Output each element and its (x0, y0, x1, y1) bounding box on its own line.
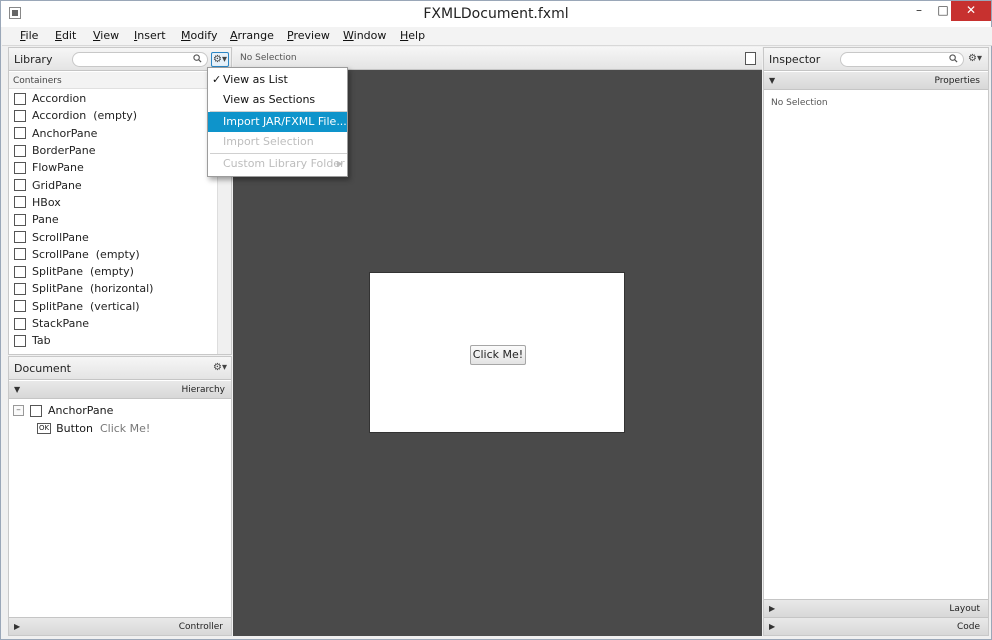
title-bar: FXMLDocument.fxml – □ ✕ (1, 1, 991, 27)
menu-insert[interactable]: Insert (134, 29, 166, 42)
layout-bar[interactable]: ▶ Layout (764, 599, 988, 617)
button-ok-icon: OK (37, 423, 52, 434)
close-button[interactable]: ✕ (951, 1, 991, 21)
library-options-menu: ✓ View as List View as Sections Import J… (207, 67, 348, 177)
library-item-flowpane[interactable]: FlowPane (9, 159, 217, 176)
library-title: Library (14, 53, 53, 66)
layout-label: Layout (949, 604, 980, 614)
split-pane-icon (14, 265, 26, 278)
hbox-icon (14, 196, 26, 209)
expand-arrow-icon: ▶ (769, 622, 776, 631)
inspector-search-input[interactable] (840, 52, 964, 67)
library-item-anchorpane[interactable]: AnchorPane (9, 125, 217, 142)
collapse-toggle-icon[interactable]: – (13, 405, 24, 416)
code-label: Code (956, 622, 980, 632)
gear-icon: ⚙▾ (968, 53, 982, 64)
menu-bar: File Edit View Insert Modify Arrange Pre… (2, 27, 992, 46)
properties-bar[interactable]: ▼ Properties (764, 72, 988, 90)
tree-item-anchorpane[interactable]: – AnchorPane (13, 402, 113, 419)
accordion-icon (14, 109, 26, 122)
document-panel: Document ⚙▾ ▼ Hierarchy – AnchorPane OK … (8, 356, 232, 636)
gear-icon: ⚙▾ (213, 362, 227, 373)
window-title: FXMLDocument.fxml (423, 6, 569, 22)
library-item-accordion[interactable]: Accordion (9, 90, 217, 107)
library-item-scrollpane-empty[interactable]: ScrollPane (empty) (9, 246, 217, 263)
menu-item-import-selection[interactable]: Import Selection (208, 132, 347, 152)
inspector-title: Inspector (769, 53, 821, 66)
library-item-hbox[interactable]: HBox (9, 194, 217, 211)
border-pane-icon (14, 144, 26, 157)
code-bar[interactable]: ▶ Code (764, 617, 988, 635)
inspector-gear-menu-button[interactable]: ⚙▾ (966, 52, 984, 67)
inspector-header: Inspector ⚙▾ (764, 48, 988, 71)
properties-label: Properties (934, 76, 980, 86)
grid-pane-icon (14, 179, 26, 192)
menu-item-custom-library-folder[interactable]: Custom Library Folder ▶ (208, 154, 347, 174)
anchor-icon (14, 127, 26, 140)
library-list: Accordion Accordion (empty) AnchorPane B… (9, 90, 217, 354)
inspector-panel: Inspector ⚙▾ ▼ Properties No Selection ▶… (763, 47, 989, 636)
gear-icon: ⚙▾ (213, 54, 227, 65)
scroll-pane-icon (14, 248, 26, 261)
library-item-pane[interactable]: Pane (9, 211, 217, 228)
menu-window[interactable]: Window (343, 29, 386, 42)
app-window: FXMLDocument.fxml – □ ✕ File Edit View I… (0, 0, 992, 640)
split-pane-icon (14, 282, 26, 295)
document-title: Document (14, 362, 71, 375)
menu-file[interactable]: File (20, 29, 38, 42)
menu-preview[interactable]: Preview (287, 29, 330, 42)
library-item-borderpane[interactable]: BorderPane (9, 142, 217, 159)
tree-item-button[interactable]: OK Button Click Me! (37, 420, 150, 437)
submenu-arrow-icon: ▶ (336, 159, 343, 168)
tab-icon (14, 334, 26, 347)
menu-edit[interactable]: Edit (55, 29, 76, 42)
accordion-icon (14, 92, 26, 105)
library-header: Library ⚙▾ (9, 48, 231, 71)
click-me-button[interactable]: Click Me! (470, 345, 526, 365)
library-item-tab[interactable]: Tab (9, 332, 217, 349)
expand-arrow-icon: ▶ (14, 622, 21, 631)
checkmark-icon: ✓ (212, 73, 222, 86)
flow-pane-icon (14, 161, 26, 174)
menu-item-view-as-sections[interactable]: View as Sections (208, 90, 347, 110)
library-panel: Library ⚙▾ Containers Accordion Accordio… (8, 47, 232, 355)
menu-item-import-jar-fxml[interactable]: Import JAR/FXML File... (208, 112, 347, 132)
menu-view[interactable]: View (93, 29, 119, 42)
hierarchy-bar[interactable]: ▼ Hierarchy (9, 381, 231, 399)
library-item-scrollpane[interactable]: ScrollPane (9, 228, 217, 245)
anchor-icon (30, 404, 42, 417)
document-gear-menu-button[interactable]: ⚙▾ (211, 361, 229, 376)
pane-icon (14, 213, 26, 226)
search-icon (949, 54, 958, 63)
library-gear-menu-button[interactable]: ⚙▾ (211, 52, 229, 67)
inspector-selection-status: No Selection (771, 98, 828, 108)
menu-item-view-as-list[interactable]: ✓ View as List (208, 70, 347, 90)
expand-arrow-icon: ▶ (769, 604, 776, 613)
library-item-splitpane-horizontal[interactable]: SplitPane (horizontal) (9, 280, 217, 297)
collapse-arrow-icon: ▼ (14, 385, 21, 394)
split-pane-icon (14, 300, 26, 313)
document-icon[interactable] (745, 52, 756, 65)
content-selection-status: No Selection (240, 53, 297, 63)
menu-help[interactable]: Help (400, 29, 425, 42)
menu-modify[interactable]: Modify (181, 29, 217, 42)
menu-arrange[interactable]: Arrange (230, 29, 274, 42)
library-section-label: Containers (9, 72, 231, 89)
stack-pane-icon (14, 317, 26, 330)
document-header: Document ⚙▾ (9, 357, 231, 380)
library-item-splitpane-vertical[interactable]: SplitPane (vertical) (9, 298, 217, 315)
library-item-splitpane-empty[interactable]: SplitPane (empty) (9, 263, 217, 280)
controller-bar[interactable]: ▶ Controller (9, 617, 231, 635)
library-search-input[interactable] (72, 52, 208, 67)
library-item-stackpane[interactable]: StackPane (9, 315, 217, 332)
library-item-gridpane[interactable]: GridPane (9, 176, 217, 193)
search-icon (193, 54, 202, 63)
collapse-arrow-icon: ▼ (769, 76, 776, 85)
hierarchy-label: Hierarchy (181, 385, 225, 395)
library-item-accordion-empty[interactable]: Accordion (empty) (9, 107, 217, 124)
controller-label: Controller (178, 622, 223, 632)
anchor-pane-canvas[interactable]: Click Me! (369, 272, 625, 433)
scroll-pane-icon (14, 231, 26, 244)
